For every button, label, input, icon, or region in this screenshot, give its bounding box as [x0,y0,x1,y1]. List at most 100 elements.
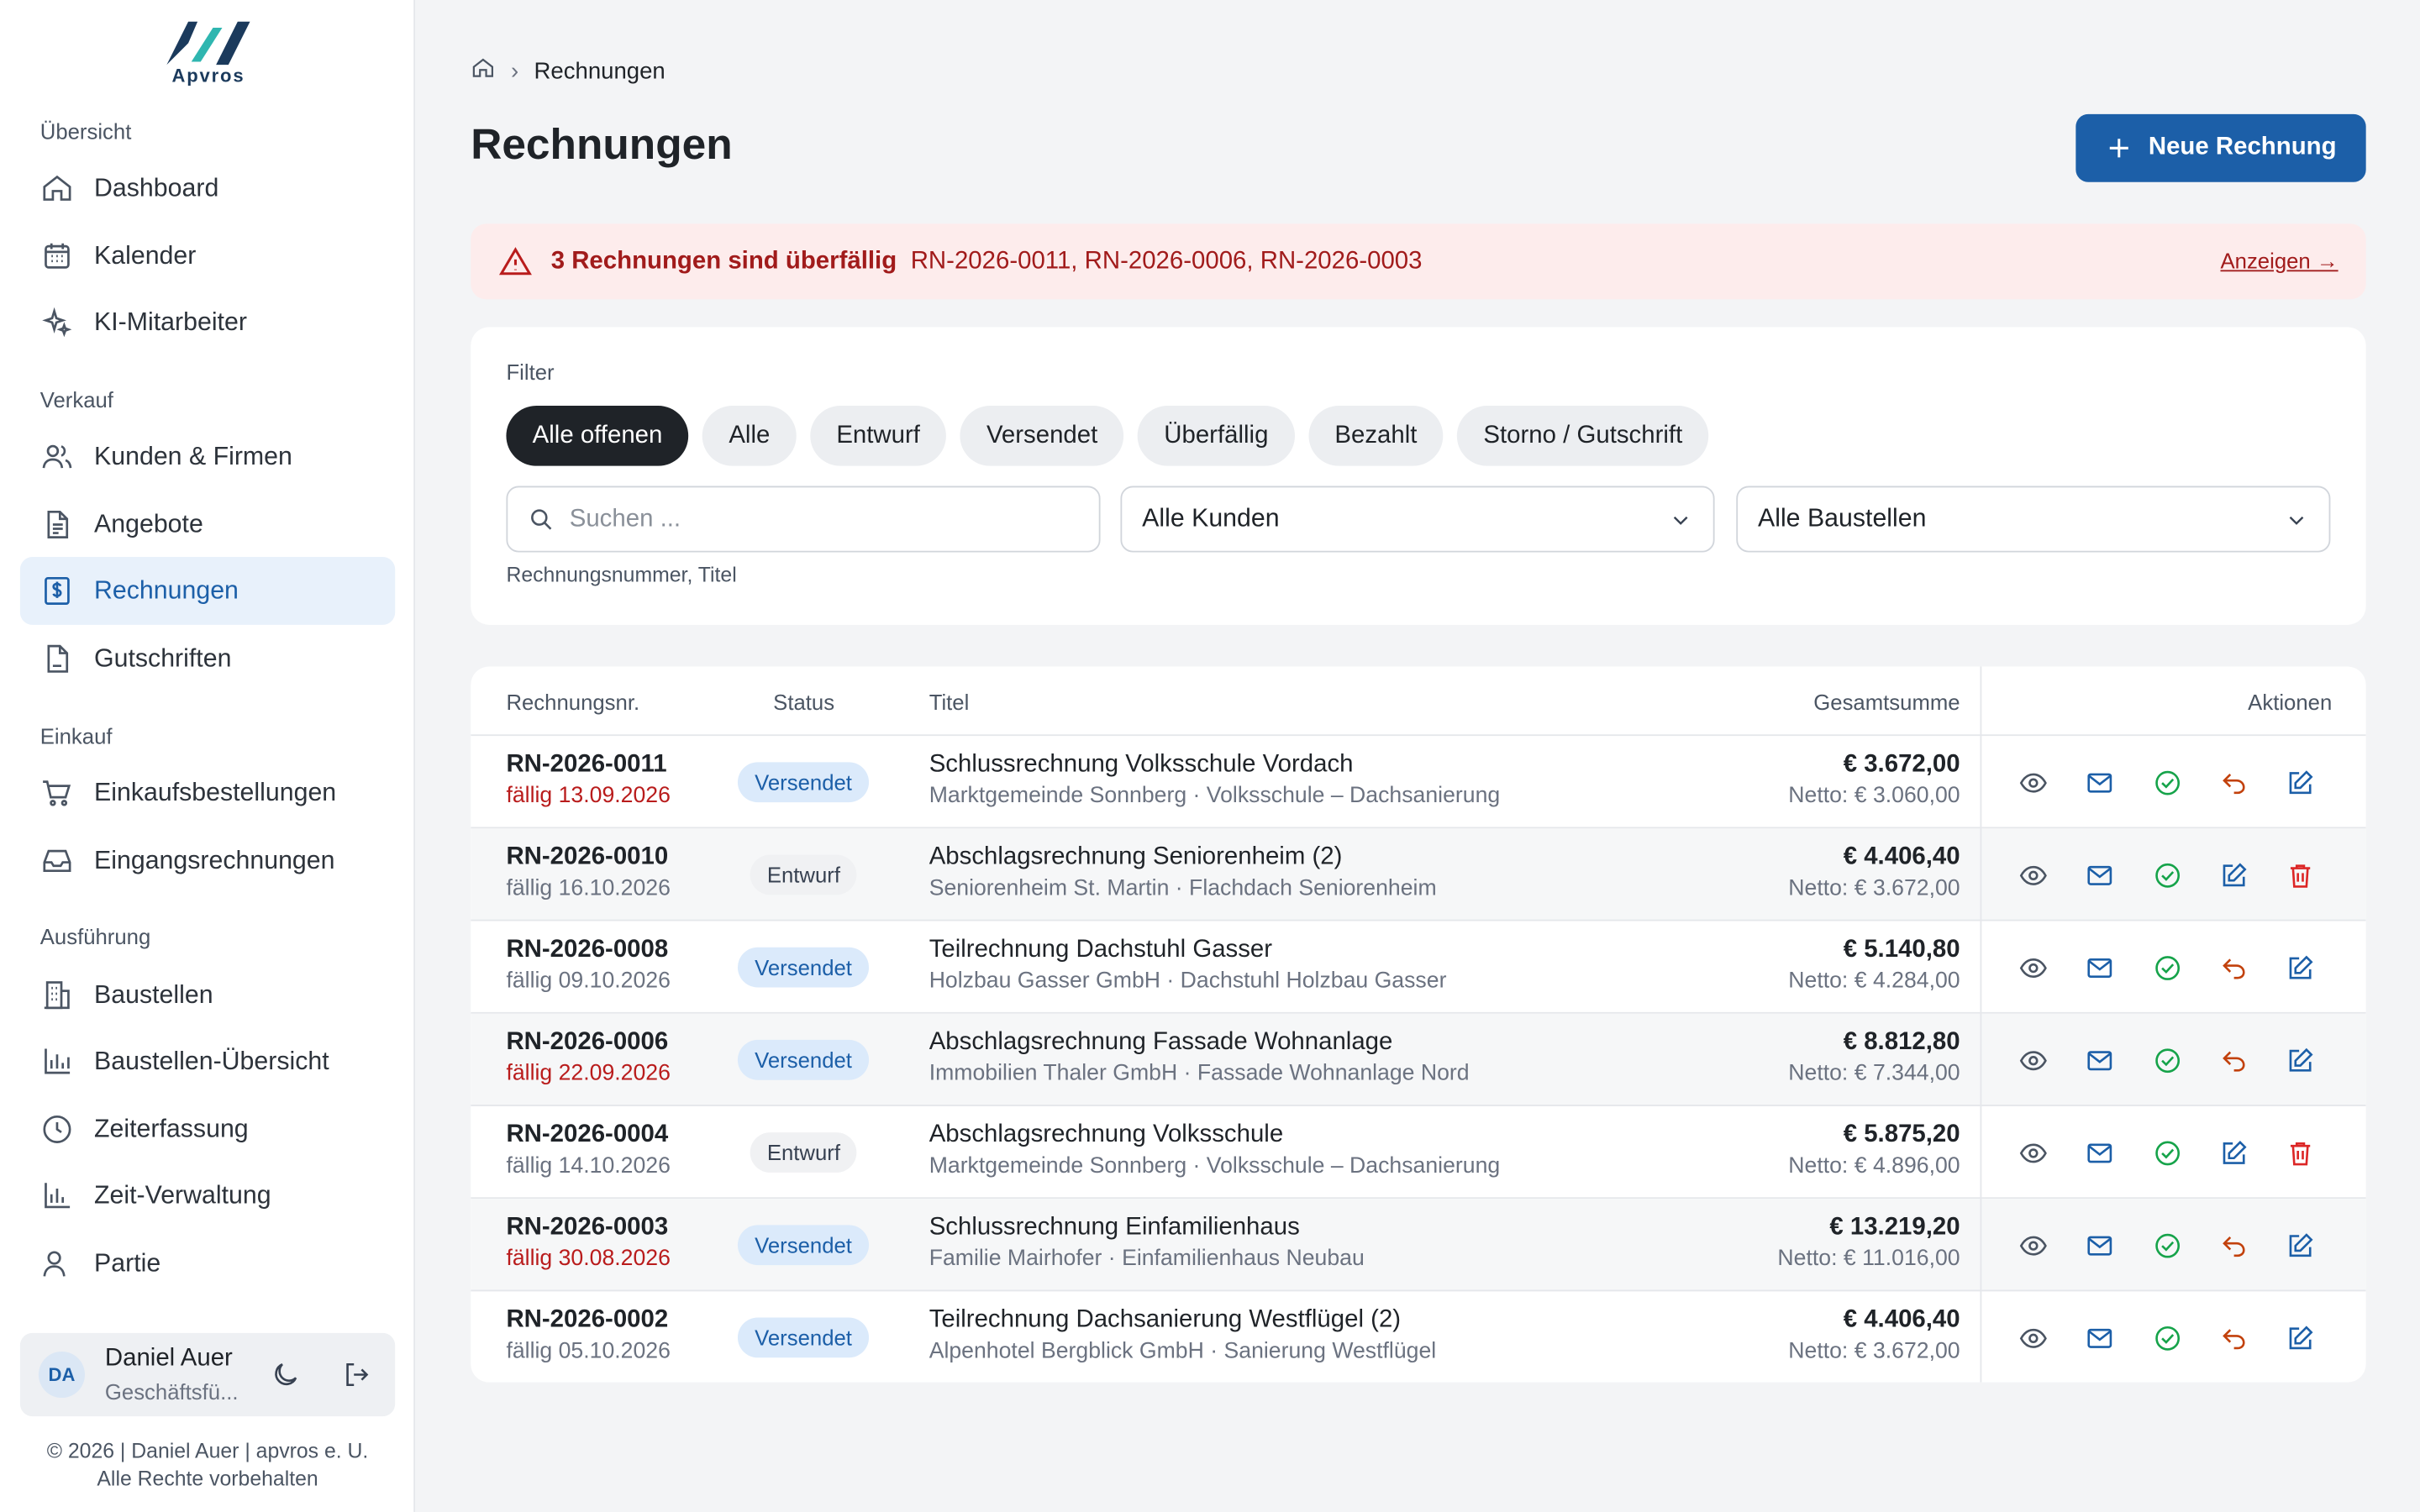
invoice-customer-site: Immobilien Thaler GmbH · Fassade Wohnanl… [929,1061,1470,1087]
mail-icon[interactable] [2082,1136,2116,1169]
undo-icon[interactable] [2217,1043,2250,1077]
edit-icon[interactable] [2282,1228,2316,1262]
mail-icon[interactable] [2082,1043,2116,1077]
view-icon[interactable] [2016,950,2049,984]
trash-icon[interactable] [2282,858,2316,891]
mail-icon[interactable] [2082,765,2116,799]
sidebar-item-baustellen-uebersicht[interactable]: Baustellen-Übersicht [20,1027,395,1095]
view-icon[interactable] [2016,858,2049,891]
sidebar-item-dashboard[interactable]: Dashboard [20,155,395,223]
undo-icon[interactable] [2217,1320,2250,1354]
sidebar-item-angebote[interactable]: Angebote [20,491,395,559]
header-nr[interactable]: Rechnungsnr. [506,690,639,714]
due-date: fällig 09.10.2026 [506,969,671,994]
invoice-number[interactable]: RN-2026-0003 [506,1214,668,1242]
edit-icon[interactable] [2217,858,2250,891]
view-icon[interactable] [2016,1228,2049,1262]
table-row[interactable]: RN-2026-0003 fällig 30.08.2026 Versendet Sc… [471,1199,2366,1292]
sidebar-item-gutschriften[interactable]: Gutschriften [20,625,395,693]
edit-icon[interactable] [2217,1136,2250,1169]
invoice-title[interactable]: Teilrechnung Dachstuhl Gasser [929,937,1272,964]
check-circle-icon[interactable] [2150,950,2184,984]
undo-icon[interactable] [2217,765,2250,799]
header-title[interactable]: Titel [929,690,970,714]
invoice-number[interactable]: RN-2026-0010 [506,844,668,872]
alert-title: 3 Rechnungen sind überfällig [550,247,897,275]
check-circle-icon[interactable] [2150,1228,2184,1262]
table-row[interactable]: RN-2026-0004 fällig 14.10.2026 Entwurf Absc… [471,1106,2366,1200]
view-icon[interactable] [2016,1043,2049,1077]
customer-select[interactable]: Alle Kunden [1120,486,1715,553]
plus-icon [2109,139,2128,158]
mail-icon[interactable] [2082,1228,2116,1262]
sidebar-item-rechnungen[interactable]: Rechnungen [19,557,396,625]
view-icon[interactable] [2016,765,2049,799]
logout-icon[interactable] [341,1359,372,1390]
edit-icon[interactable] [2282,1320,2316,1354]
table-row[interactable]: RN-2026-0002 fällig 05.10.2026 Versendet Te… [471,1291,2365,1382]
alert-show-link[interactable]: Anzeigen → [2220,249,2338,273]
logo-wordmark: Apvros [171,65,245,87]
chip-entwurf[interactable]: Entwurf [810,406,947,466]
chip-alle[interactable]: Alle [702,406,797,466]
check-circle-icon[interactable] [2150,765,2184,799]
chip-bezahlt[interactable]: Bezahlt [1308,406,1444,466]
net-total: Netto: € 4.284,00 [1788,969,1960,994]
sidebar-item-baustellen[interactable]: Baustellen [20,961,395,1029]
header-status[interactable]: Status [773,690,834,714]
home-icon[interactable] [471,55,495,87]
invoice-title[interactable]: Schlussrechnung Einfamilienhaus [929,1214,1300,1242]
user-card[interactable]: DA Daniel Auer Geschäftsfü... [19,1332,396,1417]
sidebar-item-kunden[interactable]: Kunden & Firmen [20,423,395,491]
invoice-number[interactable]: RN-2026-0006 [506,1029,668,1057]
site-select[interactable]: Alle Baustellen [1736,486,2331,553]
sidebar-item-partie[interactable]: Partie [20,1230,395,1298]
search-icon [531,509,552,530]
mail-icon[interactable] [2082,858,2116,891]
chip-ueberfaellig[interactable]: Überfällig [1138,406,1295,466]
sidebar-item-kalender[interactable]: Kalender [20,222,395,290]
invoice-title[interactable]: Teilrechnung Dachsanierung Westflügel (2… [929,1307,1401,1335]
invoice-number[interactable]: RN-2026-0011 [506,751,666,779]
invoice-title[interactable]: Schlussrechnung Volksschule Vordach [929,751,1354,779]
apvros-logo[interactable]: Apvros [160,18,256,89]
edit-icon[interactable] [2282,765,2316,799]
inbox-icon [40,844,74,878]
table-row[interactable]: RN-2026-0008 fällig 09.10.2026 Versendet Te… [471,921,2366,1014]
mail-icon[interactable] [2082,950,2116,984]
check-circle-icon[interactable] [2150,1136,2184,1169]
invoice-number[interactable]: RN-2026-0008 [506,937,668,964]
undo-icon[interactable] [2217,950,2250,984]
chip-alle-offenen[interactable]: Alle offenen [506,406,689,466]
filter-card: Filter Alle offenen Alle Entwurf Versend… [471,327,2366,625]
invoice-number[interactable]: RN-2026-0002 [506,1307,668,1335]
table-row[interactable]: RN-2026-0006 fällig 22.09.2026 Versendet Ab… [471,1013,2366,1106]
sidebar-item-einkaufsbestellungen[interactable]: Einkaufsbestellungen [20,759,395,827]
view-icon[interactable] [2016,1136,2049,1169]
sidebar-item-eingangsrechnungen[interactable]: Eingangsrechnungen [20,827,395,895]
header-sum[interactable]: Gesamtsumme [1813,690,1960,714]
chip-versendet[interactable]: Versendet [960,406,1124,466]
moon-icon[interactable] [270,1359,301,1390]
sidebar-item-zeit-verwaltung[interactable]: Zeit-Verwaltung [20,1162,395,1230]
invoice-title[interactable]: Abschlagsrechnung Volksschule [929,1121,1283,1149]
view-icon[interactable] [2016,1320,2049,1354]
new-invoice-button[interactable]: Neue Rechnung [2075,113,2366,182]
sidebar-item-zeiterfassung[interactable]: Zeiterfassung [20,1095,395,1163]
edit-icon[interactable] [2282,950,2316,984]
check-circle-icon[interactable] [2150,1320,2184,1354]
invoice-number[interactable]: RN-2026-0004 [506,1121,668,1149]
chip-storno[interactable]: Storno / Gutschrift [1457,406,1709,466]
search-input[interactable]: Suchen ... [506,486,1101,553]
table-row[interactable]: RN-2026-0010 fällig 16.10.2026 Entwurf Absc… [471,828,2366,921]
edit-icon[interactable] [2282,1043,2316,1077]
invoice-title[interactable]: Abschlagsrechnung Seniorenheim (2) [929,844,1343,872]
trash-icon[interactable] [2282,1136,2316,1169]
check-circle-icon[interactable] [2150,1043,2184,1077]
table-row[interactable]: RN-2026-0011 fällig 13.09.2026 Versendet Sc… [471,736,2366,829]
undo-icon[interactable] [2217,1228,2250,1262]
sidebar-item-ki-mitarbeiter[interactable]: KI-Mitarbeiter [20,288,395,356]
invoice-title[interactable]: Abschlagsrechnung Fassade Wohnanlage [929,1029,1393,1057]
mail-icon[interactable] [2082,1320,2116,1354]
check-circle-icon[interactable] [2150,858,2184,891]
